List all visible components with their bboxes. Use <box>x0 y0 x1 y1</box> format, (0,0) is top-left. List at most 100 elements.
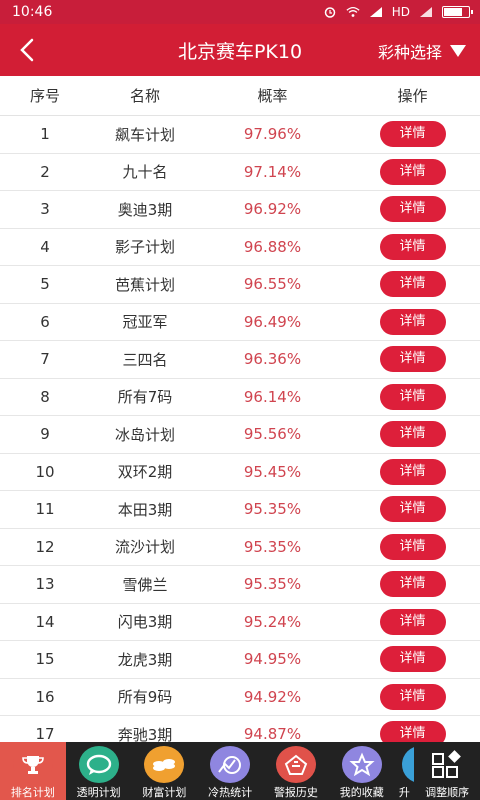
detail-button[interactable]: 详情 <box>379 683 446 710</box>
detail-button[interactable]: 详情 <box>379 233 446 260</box>
row-name: 所有9码 <box>117 688 173 707</box>
row-op: 详情 <box>345 196 480 223</box>
chart-icon <box>210 746 251 783</box>
detail-button[interactable]: 详情 <box>379 271 446 298</box>
row-rate: 96.36% <box>243 350 302 369</box>
row-op: 详情 <box>345 646 480 673</box>
tab-8[interactable]: 调整顺序 <box>414 742 480 800</box>
app-header: 北京赛车PK10 彩种选择 <box>0 24 480 76</box>
alarm-clock-icon <box>324 7 335 18</box>
tab-1[interactable]: 排名计划 <box>0 742 66 800</box>
table-row: 10 双环2期 95.45% 详情 <box>0 454 480 491</box>
table-row: 15 龙虎3期 94.95% 详情 <box>0 641 480 679</box>
variety-select-label: 彩种选择 <box>377 43 442 62</box>
variety-select-button[interactable]: 彩种选择 <box>378 39 466 63</box>
tab-3[interactable]: 财富计划 <box>132 742 198 800</box>
row-name: 影子计划 <box>114 238 175 257</box>
detail-button[interactable]: 详情 <box>379 571 446 598</box>
dropdown-triangle-icon <box>450 45 466 57</box>
row-rate: 94.95% <box>243 650 302 669</box>
row-name: 三四名 <box>122 350 168 369</box>
row-rank: 1 <box>40 125 50 144</box>
row-name: 奥迪3期 <box>117 200 173 219</box>
row-rank: 7 <box>40 350 50 369</box>
signal-icon-2 <box>420 7 432 17</box>
row-op: 详情 <box>345 533 480 560</box>
detail-button[interactable]: 详情 <box>379 458 446 485</box>
row-op: 详情 <box>345 683 480 710</box>
row-rank: 17 <box>35 725 55 744</box>
row-rate: 96.88% <box>243 237 302 256</box>
row-name: 冰岛计划 <box>114 425 175 444</box>
tab-2[interactable]: 透明计划 <box>66 742 132 800</box>
row-rate: 97.96% <box>243 125 302 144</box>
status-time: 10:46 <box>12 4 53 20</box>
row-name: 九十名 <box>122 163 168 182</box>
row-rank: 12 <box>35 537 55 556</box>
wifi-icon <box>346 6 360 17</box>
table-row: 5 芭蕉计划 96.55% 详情 <box>0 266 480 304</box>
tab-7[interactable]: 升 <box>395 742 415 800</box>
row-name: 闪电3期 <box>117 613 173 632</box>
detail-button[interactable]: 详情 <box>379 533 446 560</box>
row-rank: 3 <box>40 200 50 219</box>
detail-button[interactable]: 详情 <box>379 158 446 185</box>
row-rate: 95.56% <box>243 425 302 444</box>
ranking-list: 1 飙车计划 97.96% 详情 2 九十名 97.14% 详情 3 奥迪3期 96.92% 详情 4 影… <box>0 116 480 754</box>
row-name: 流沙计划 <box>114 538 175 557</box>
row-name: 冠亚军 <box>122 313 168 332</box>
row-op: 详情 <box>345 571 480 598</box>
detail-button[interactable]: 详情 <box>379 646 446 673</box>
partial-icon <box>402 746 415 783</box>
row-op: 详情 <box>345 233 480 260</box>
detail-button[interactable]: 详情 <box>379 308 446 335</box>
tab-label: 透明计划 <box>76 786 121 799</box>
battery-icon <box>442 6 473 18</box>
row-rate: 96.14% <box>243 387 302 406</box>
tab-4[interactable]: 冷热统计 <box>197 742 263 800</box>
tab-6[interactable]: 我的收藏 <box>329 742 395 800</box>
row-rate: 96.55% <box>243 275 302 294</box>
detail-button[interactable]: 详情 <box>379 196 446 223</box>
row-op: 详情 <box>345 308 480 335</box>
col-rate: 概率 <box>257 87 288 105</box>
table-header: 序号 名称 概率 操作 <box>0 76 480 116</box>
detail-button[interactable]: 详情 <box>379 608 446 635</box>
signal-icon <box>369 7 382 17</box>
row-op: 详情 <box>345 346 480 373</box>
row-op: 详情 <box>345 271 480 298</box>
detail-button[interactable]: 详情 <box>379 346 446 373</box>
row-rank: 15 <box>35 650 55 669</box>
table-row: 3 奥迪3期 96.92% 详情 <box>0 191 480 229</box>
table-row: 16 所有9码 94.92% 详情 <box>0 679 480 716</box>
col-op: 操作 <box>397 87 428 105</box>
tab-label: 我的收藏 <box>339 786 384 799</box>
detail-button[interactable]: 详情 <box>379 496 446 523</box>
row-rate: 97.14% <box>243 162 302 181</box>
row-name: 龙虎3期 <box>117 650 173 669</box>
row-rank: 2 <box>40 162 50 181</box>
table-row: 11 本田3期 95.35% 详情 <box>0 491 480 529</box>
row-op: 详情 <box>345 421 480 448</box>
row-rate: 94.87% <box>243 725 302 744</box>
coins-icon <box>144 746 185 783</box>
tab-5[interactable]: 警报历史 <box>263 742 329 800</box>
detail-button[interactable]: 详情 <box>379 421 446 448</box>
tab-label: 冷热统计 <box>208 786 253 799</box>
table-row: 12 流沙计划 95.35% 详情 <box>0 529 480 566</box>
detail-button[interactable]: 详情 <box>379 121 446 148</box>
row-rate: 95.35% <box>243 537 302 556</box>
row-name: 双环2期 <box>117 463 173 482</box>
row-rank: 9 <box>40 425 50 444</box>
detail-button[interactable]: 详情 <box>379 383 446 410</box>
bottom-tab-bar: 排名计划 透明计划 财富计划 冷热统计 警报历史 我的收藏 升 调整顺序 <box>0 742 480 800</box>
tab-label: 升 <box>398 786 410 799</box>
network-type: HD <box>391 5 410 19</box>
tab-label: 调整顺序 <box>425 786 470 799</box>
table-row: 2 九十名 97.14% 详情 <box>0 154 480 191</box>
status-icons: HD <box>323 5 473 19</box>
row-rank: 11 <box>35 500 55 519</box>
row-name: 飙车计划 <box>114 125 175 144</box>
row-rate: 95.35% <box>243 500 302 519</box>
table-row: 9 冰岛计划 95.56% 详情 <box>0 416 480 454</box>
